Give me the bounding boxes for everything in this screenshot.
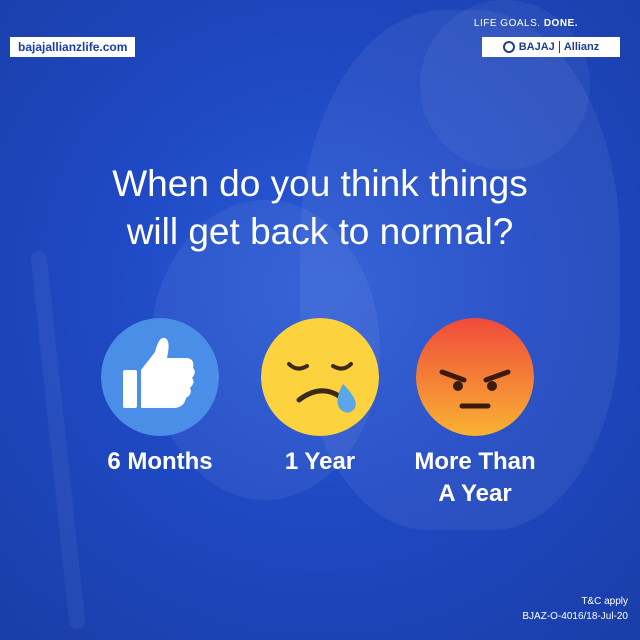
brand-logo: BAJAJ Allianz	[482, 37, 620, 57]
option-label: 6 Months	[107, 448, 213, 475]
tnc-text: T&C apply	[581, 596, 628, 607]
thumbs-up-icon	[101, 318, 219, 436]
tagline-regular: LIFE GOALS.	[473, 18, 541, 29]
question-line-2: will get back to normal?	[126, 211, 514, 252]
sad-crying-face-icon	[261, 318, 379, 436]
reference-code: BJAZ-O-4016/18-Jul-20	[522, 611, 628, 622]
logo-partner-text: Allianz	[563, 41, 600, 53]
logo-divider	[558, 41, 560, 53]
bajaj-logo-icon	[502, 41, 515, 53]
website-link[interactable]: bajajallianzlife.com	[10, 37, 136, 57]
option-label: More Than A Year	[414, 446, 535, 510]
option-label-line-2: A Year	[438, 480, 512, 507]
legal-footer: T&C apply BJAZ-O-4016/18-Jul-20	[522, 594, 628, 624]
option-label-line-1: More Than	[414, 448, 536, 475]
logo-brand-text: BAJAJ	[518, 41, 555, 53]
brand-tagline: LIFE GOALS. DONE.	[474, 18, 578, 29]
option-1-year[interactable]: 1 Year	[240, 318, 400, 478]
background-stick-silhouette	[30, 250, 86, 630]
question-line-1: When do you think things	[112, 163, 528, 204]
option-label: 1 Year	[284, 448, 356, 475]
question-heading: When do you think things will get back t…	[0, 160, 640, 256]
angry-face-icon	[416, 318, 534, 436]
ad-canvas: bajajallianzlife.com LIFE GOALS. DONE. B…	[0, 0, 640, 640]
option-more-than-a-year[interactable]: More Than A Year	[395, 318, 555, 510]
option-6-months[interactable]: 6 Months	[80, 318, 240, 478]
tagline-bold: DONE.	[543, 18, 578, 29]
